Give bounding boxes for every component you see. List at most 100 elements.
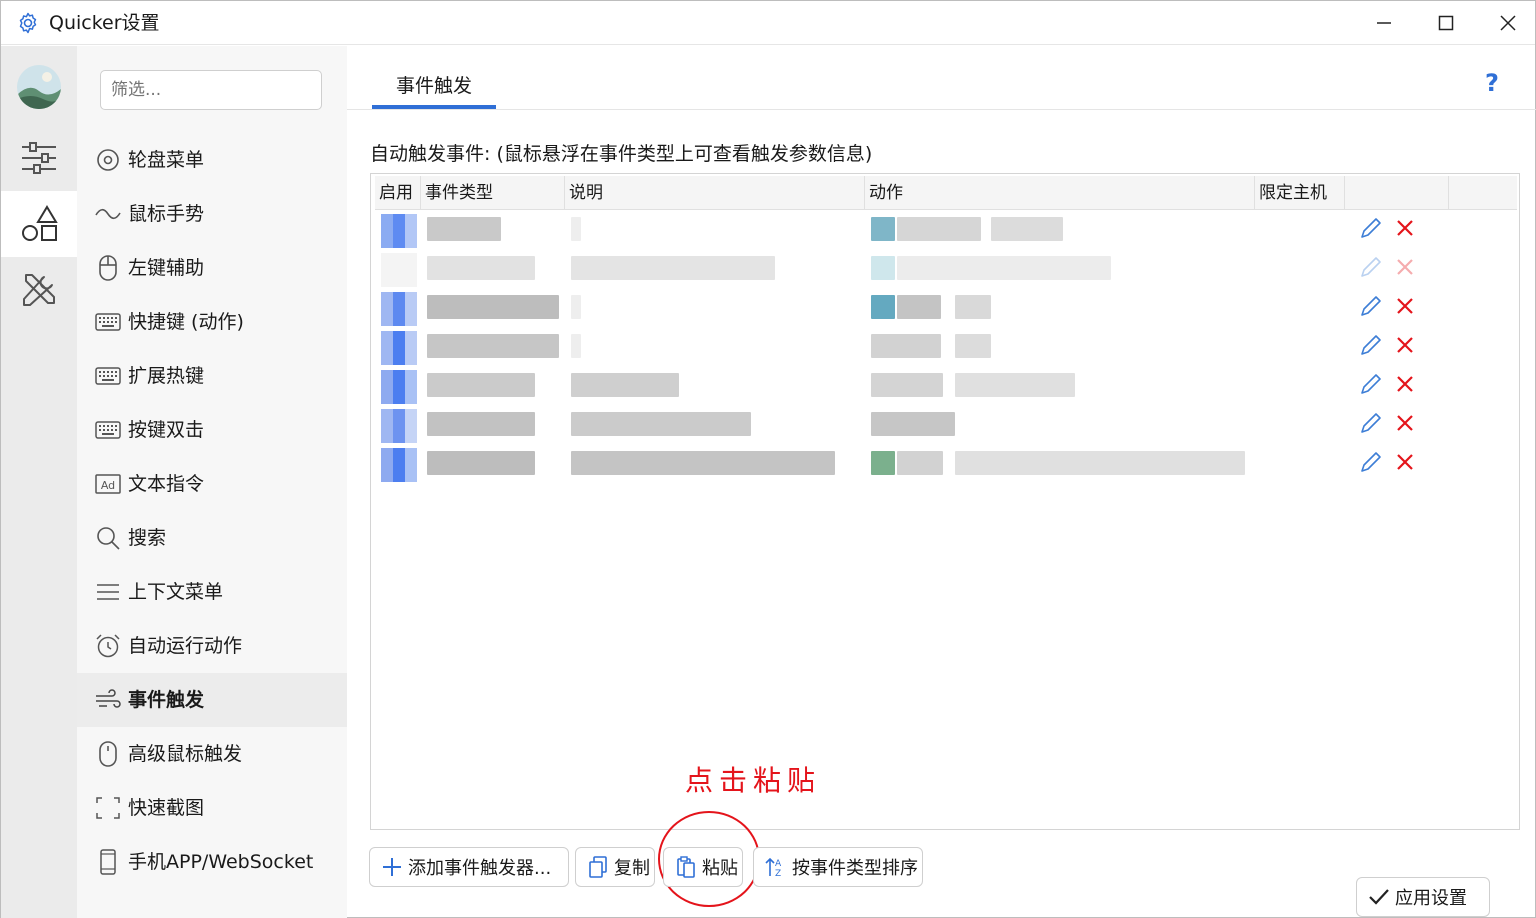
filter-input[interactable] (100, 70, 322, 110)
minimize-button[interactable] (1353, 1, 1415, 45)
edit-icon[interactable] (1359, 450, 1383, 474)
close-button[interactable] (1477, 1, 1536, 45)
enabled-checkbox[interactable] (381, 331, 417, 365)
svg-text:Ad: Ad (101, 479, 115, 492)
edit-icon[interactable] (1359, 411, 1383, 435)
redacted-text (571, 256, 775, 280)
title-bar: Quicker设置 (1, 1, 1535, 45)
column-header-enabled[interactable]: 启用 (375, 176, 421, 210)
paste-button[interactable]: 粘贴 (663, 847, 743, 887)
tab-event-trigger[interactable]: 事件触发 (372, 73, 496, 109)
nav-item-label: 轮盘菜单 (128, 149, 205, 171)
redacted-text (427, 256, 535, 280)
table-row[interactable] (371, 288, 1519, 327)
redacted-text (427, 412, 535, 436)
section-label: 自动触发事件: (鼠标悬浮在事件类型上可查看触发参数信息) (370, 143, 873, 165)
redacted-text (571, 295, 581, 319)
mouse-icon (95, 741, 121, 767)
delete-icon[interactable] (1395, 218, 1415, 238)
table-row[interactable] (371, 210, 1519, 249)
sort-icon: AZ (764, 855, 788, 879)
help-icon[interactable]: ? (1485, 69, 1499, 97)
nav-item-left-assist[interactable]: 左键辅助 (77, 241, 347, 295)
redacted-icon (871, 451, 895, 475)
table-row[interactable] (371, 327, 1519, 366)
delete-icon[interactable] (1395, 413, 1415, 433)
nav-item-text-command[interactable]: Ad 文本指令 (77, 457, 347, 511)
edit-icon[interactable] (1359, 372, 1383, 396)
redacted-text (871, 334, 941, 358)
copy-icon (586, 855, 610, 879)
sort-by-type-button[interactable]: AZ 按事件类型排序 (753, 847, 923, 887)
nav-item-extended-hotkey[interactable]: 扩展热键 (77, 349, 347, 403)
column-header-description[interactable]: 说明 (565, 176, 865, 210)
redacted-text (571, 334, 581, 358)
delete-icon[interactable] (1395, 335, 1415, 355)
table-row[interactable] (371, 366, 1519, 405)
enabled-checkbox[interactable] (381, 292, 417, 326)
nav-item-context-menu[interactable]: 上下文菜单 (77, 565, 347, 619)
keyboard-icon (95, 364, 121, 388)
enabled-checkbox[interactable] (381, 214, 417, 248)
enabled-checkbox[interactable] (381, 448, 417, 482)
alarm-clock-icon (95, 634, 121, 658)
nav-item-wheel-menu[interactable]: 轮盘菜单 (77, 133, 347, 187)
shapes-icon (22, 205, 58, 241)
wave-icon (95, 202, 121, 226)
edit-icon[interactable] (1359, 333, 1383, 357)
nav-item-quick-screenshot[interactable]: 快速截图 (77, 781, 347, 835)
nav-item-label: 上下文菜单 (128, 581, 224, 603)
rail-sliders[interactable] (1, 125, 77, 191)
table-row[interactable] (371, 405, 1519, 444)
edit-icon[interactable] (1359, 216, 1383, 240)
nav-item-event-trigger[interactable]: 事件触发 (77, 673, 347, 727)
redacted-text (571, 373, 679, 397)
delete-icon[interactable] (1395, 257, 1415, 277)
nav-item-search[interactable]: 搜索 (77, 511, 347, 565)
sort-label: 按事件类型排序 (792, 858, 918, 879)
wheel-icon (95, 148, 121, 172)
column-header-event-type[interactable]: 事件类型 (421, 176, 565, 210)
enabled-checkbox[interactable] (381, 253, 417, 287)
rail-tools[interactable] (1, 257, 77, 323)
event-grid: 启用 事件类型 说明 动作 限定主机 (370, 173, 1520, 830)
menu-lines-icon (95, 580, 121, 604)
window-title: Quicker设置 (49, 12, 160, 34)
nav-item-shortcut-action[interactable]: 快捷键 (动作) (77, 295, 347, 349)
apply-label: 应用设置 (1395, 888, 1467, 909)
tools-icon (23, 274, 55, 306)
rail-shapes[interactable] (1, 191, 77, 257)
redacted-text (955, 451, 1245, 475)
delete-icon[interactable] (1395, 296, 1415, 316)
nav-item-label: 快捷键 (动作) (128, 311, 244, 333)
redacted-icon (871, 256, 895, 280)
nav-item-label: 搜索 (128, 527, 167, 549)
phone-icon (95, 849, 121, 875)
delete-icon[interactable] (1395, 374, 1415, 394)
edit-icon[interactable] (1359, 255, 1383, 279)
table-row[interactable] (371, 444, 1519, 483)
redacted-text (571, 451, 835, 475)
apply-settings-button[interactable]: 应用设置 (1356, 877, 1490, 917)
add-trigger-button[interactable]: 添加事件触发器... (369, 847, 569, 887)
redacted-text (955, 373, 1075, 397)
nav-item-label: 扩展热键 (128, 365, 205, 387)
add-trigger-label: 添加事件触发器... (408, 858, 552, 879)
delete-icon[interactable] (1395, 452, 1415, 472)
copy-button[interactable]: 复制 (575, 847, 655, 887)
minimize-icon (1377, 22, 1391, 24)
enabled-checkbox[interactable] (381, 370, 417, 404)
nav-item-double-press[interactable]: 按键双击 (77, 403, 347, 457)
nav-item-mouse-gesture[interactable]: 鼠标手势 (77, 187, 347, 241)
enabled-checkbox[interactable] (381, 409, 417, 443)
column-header-action[interactable]: 动作 (865, 176, 1255, 210)
text-ad-icon: Ad (95, 472, 121, 496)
nav-item-auto-run[interactable]: 自动运行动作 (77, 619, 347, 673)
column-header-host[interactable]: 限定主机 (1255, 176, 1345, 210)
maximize-button[interactable] (1415, 1, 1477, 45)
nav-item-advanced-mouse[interactable]: 高级鼠标触发 (77, 727, 347, 781)
avatar[interactable] (17, 65, 61, 109)
table-row[interactable] (371, 249, 1519, 288)
nav-item-mobile-app[interactable]: 手机APP/WebSocket (77, 835, 347, 889)
edit-icon[interactable] (1359, 294, 1383, 318)
